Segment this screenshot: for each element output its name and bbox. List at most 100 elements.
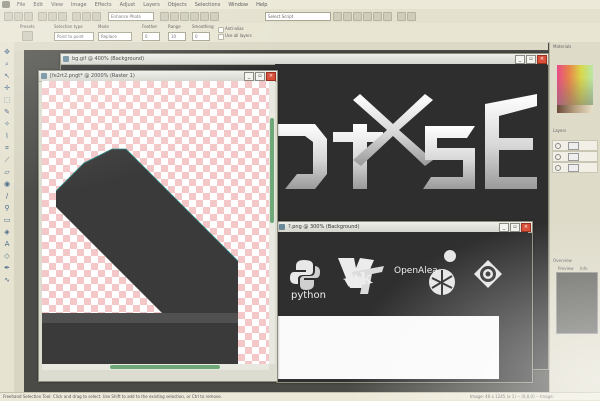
dropper-tool-icon[interactable]: ⌇ <box>3 132 11 140</box>
overview-tab-info[interactable]: Info <box>580 266 588 271</box>
new-file-icon[interactable] <box>4 12 13 21</box>
close-button[interactable]: × <box>537 55 547 64</box>
record-script-icon[interactable] <box>353 12 362 21</box>
layer-row[interactable] <box>552 151 598 162</box>
menu-layers[interactable]: Layers <box>139 2 164 8</box>
redo-icon[interactable] <box>58 12 67 21</box>
run-script-icon[interactable] <box>333 12 342 21</box>
histogram-icon[interactable] <box>210 12 219 21</box>
enhance-photo-button[interactable]: Enhance Photo <box>108 12 154 21</box>
menu-file[interactable]: File <box>13 2 29 8</box>
paint-brush-icon[interactable]: ∕ <box>3 192 11 200</box>
cut-icon[interactable] <box>72 12 81 21</box>
selection-type-select[interactable]: Point to point <box>54 32 94 41</box>
pen-tool-icon[interactable]: ✒ <box>3 264 11 272</box>
visibility-icon[interactable] <box>555 143 561 149</box>
red-eye-tool-icon[interactable]: ◉ <box>3 180 11 188</box>
color-picker-palette[interactable] <box>557 65 593 105</box>
pause-script-icon[interactable] <box>373 12 382 21</box>
overview-thumbnail[interactable] <box>556 272 598 334</box>
save-script-icon[interactable] <box>383 12 392 21</box>
open-file-icon[interactable] <box>14 12 23 21</box>
antialias-checkbox[interactable] <box>218 27 224 33</box>
menu-help[interactable]: Help <box>252 2 271 8</box>
tools-toolbar: ✥ ⌕ ↖ ✛ ⬚ ✎ ✧ ⌇ ⌗ ⟋ ▱ ◉ ∕ ⚲ ▭ ◈ A ◇ ✒ ∿ <box>0 42 15 392</box>
close-button[interactable]: × <box>266 72 276 81</box>
edit-script-icon[interactable] <box>343 12 352 21</box>
freehand-selection-icon[interactable]: ✎ <box>3 108 11 116</box>
stop-script-icon[interactable] <box>363 12 372 21</box>
menu-adjust[interactable]: Adjust <box>116 2 140 8</box>
image-window-icon <box>63 56 69 62</box>
smoothing-input[interactable]: 0 <box>192 32 210 41</box>
layers-icon[interactable] <box>190 12 199 21</box>
maximize-button[interactable]: ▫ <box>255 72 265 81</box>
clone-brush-icon[interactable]: ⚲ <box>3 204 11 212</box>
text-tool-icon[interactable]: A <box>3 240 11 248</box>
zoom-vertical-scroll-thumb[interactable] <box>270 118 274 223</box>
horizontal-ruler <box>14 42 548 50</box>
logos-window-title: ?.png @ 300% (Background) <box>288 224 360 230</box>
range-input[interactable]: 10 <box>168 32 186 41</box>
shape-tool-icon[interactable]: ◇ <box>3 252 11 260</box>
warp-brush-icon[interactable]: ∿ <box>3 276 11 284</box>
minimize-button[interactable]: _ <box>515 55 525 64</box>
copy-icon[interactable] <box>82 12 91 21</box>
visibility-icon[interactable] <box>555 154 561 160</box>
overview-tab-preview[interactable]: Preview <box>558 266 574 271</box>
selection-type-label: Selection type <box>54 24 83 29</box>
minimize-button[interactable]: _ <box>499 223 509 232</box>
maximize-button[interactable]: ▫ <box>526 55 536 64</box>
layer-row[interactable] <box>552 140 598 151</box>
pan-tool-icon[interactable]: ✥ <box>3 48 11 56</box>
crop-icon[interactable] <box>170 12 179 21</box>
perspective-tool-icon[interactable]: ▱ <box>3 168 11 176</box>
crop-tool-icon[interactable]: ⌗ <box>3 144 11 152</box>
menu-edit[interactable]: Edit <box>29 2 47 8</box>
zoom-canvas[interactable] <box>42 81 269 364</box>
layer-row[interactable] <box>552 162 598 173</box>
feather-input[interactable]: 0 <box>142 32 160 41</box>
pick-tool-icon[interactable]: ↖ <box>3 72 11 80</box>
undo-icon[interactable] <box>48 12 57 21</box>
antialias-label: Anti-alias <box>225 26 244 31</box>
filter-icon[interactable] <box>397 12 406 21</box>
zoom-horizontal-scroll-thumb[interactable] <box>110 365 220 369</box>
magic-wand-icon[interactable]: ✧ <box>3 120 11 128</box>
straighten-tool-icon[interactable]: ⟋ <box>3 156 11 164</box>
zoom-tool-icon[interactable]: ⌕ <box>3 60 11 68</box>
close-button[interactable]: × <box>521 223 531 232</box>
materials-icon[interactable] <box>200 12 209 21</box>
visibility-icon[interactable] <box>555 165 561 171</box>
feather-label: Feather <box>142 24 158 29</box>
menu-image[interactable]: Image <box>67 2 91 8</box>
menu-window[interactable]: Window <box>224 2 252 8</box>
script-select[interactable]: Select Script <box>265 12 331 21</box>
grid-icon[interactable] <box>407 12 416 21</box>
tool-options-bar: Presets Selection type Point to point Mo… <box>0 23 600 43</box>
mode-label: Mode <box>98 24 109 29</box>
selection-tool-icon[interactable]: ⬚ <box>3 96 11 104</box>
minimize-button[interactable]: _ <box>244 72 254 81</box>
maximize-button[interactable]: ▫ <box>510 223 520 232</box>
move-tool-icon[interactable]: ✛ <box>3 84 11 92</box>
save-icon[interactable] <box>24 12 33 21</box>
tse-logo-artwork <box>275 64 547 219</box>
color-strip[interactable] <box>557 105 593 113</box>
rotate-icon[interactable] <box>160 12 169 21</box>
presets-button[interactable] <box>22 31 33 41</box>
print-icon[interactable] <box>38 12 47 21</box>
paste-icon[interactable] <box>92 12 101 21</box>
use-all-layers-checkbox[interactable] <box>218 34 224 40</box>
eraser-tool-icon[interactable]: ▭ <box>3 216 11 224</box>
layer-thumbnail <box>568 153 579 161</box>
resize-icon[interactable] <box>180 12 189 21</box>
layer-thumbnail <box>568 142 579 150</box>
openalea-logo-label: OpenAlea <box>394 266 438 276</box>
mode-select[interactable]: Replace <box>98 32 132 41</box>
menu-selections[interactable]: Selections <box>191 2 225 8</box>
fill-tool-icon[interactable]: ◈ <box>3 228 11 236</box>
menu-effects[interactable]: Effects <box>91 2 116 8</box>
menu-view[interactable]: View <box>47 2 67 8</box>
menu-objects[interactable]: Objects <box>164 2 191 8</box>
